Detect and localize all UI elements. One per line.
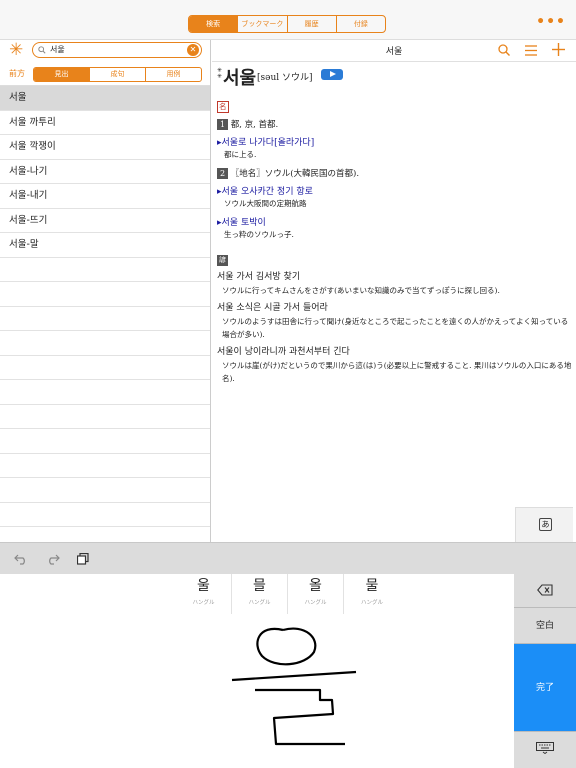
more-icon[interactable]: •••: [536, 14, 566, 30]
sense-text: 都, 京, 首都.: [230, 120, 279, 130]
proverb-ja: ソウルは崖(がけ)だというので果川から這(は)う(必要以上に警戒すること. 果川…: [222, 361, 572, 383]
list-item[interactable]: 서울-내기: [0, 184, 210, 209]
proverb-ko: 서울 가서 김서방 찾기: [217, 272, 301, 282]
keyboard-toolbar: [0, 542, 576, 574]
empty-row: [0, 282, 210, 307]
list-item[interactable]: 서울-나기: [0, 160, 210, 184]
tab-history[interactable]: 履歴: [288, 16, 337, 32]
match-mode-label[interactable]: 前方: [9, 68, 25, 79]
kana-toggle-button[interactable]: あ: [515, 507, 573, 542]
handwriting-panel[interactable]: 울 ハングル 믈 ハングル 올 ハングル 물 ハングル: [0, 574, 514, 768]
keyboard-switch-button[interactable]: [514, 732, 576, 768]
tab-headword[interactable]: 見出: [34, 68, 90, 81]
backspace-button[interactable]: [514, 574, 576, 608]
empty-row: [0, 258, 210, 282]
proverb-mark: 諺: [217, 255, 228, 266]
search-icon: [38, 46, 46, 54]
top-bar: 検索 ブックマーク 履歴 付録 •••: [0, 0, 576, 40]
empty-row: [0, 331, 210, 356]
find-icon[interactable]: [498, 44, 510, 56]
main-tabs: 検索 ブックマーク 履歴 付録: [188, 15, 386, 33]
undo-icon[interactable]: [14, 553, 28, 565]
list-item[interactable]: 서울-뜨기: [0, 209, 210, 233]
search-pane: ✳ 서울 ✕ 前方 見出 成句 用例 서울 서울 까투리 서울 깍쟁이 서울-나…: [0, 40, 211, 542]
tab-example[interactable]: 用例: [146, 68, 201, 81]
mode-tabs: 見出 成句 用例: [33, 67, 202, 82]
sense-text: 〖地名〗ソウル(大韓民国の首都).: [230, 169, 360, 179]
example-ja: ソウル大阪間の定期航路: [224, 199, 307, 208]
audio-icon[interactable]: [321, 69, 343, 80]
tab-search[interactable]: 検索: [189, 16, 239, 32]
sense-number: 2: [217, 168, 228, 179]
paste-icon[interactable]: [77, 553, 89, 565]
search-value: 서울: [50, 45, 65, 54]
empty-row: [0, 380, 210, 405]
entry-header: 서울: [212, 40, 576, 62]
handwriting-stroke: [231, 627, 357, 746]
result-list: 서울 서울 까투리 서울 깍쟁이 서울-나기 서울-내기 서울-뜨기 서울-말: [0, 86, 210, 527]
proverb-ko: 서울 소식은 시골 가서 들어라: [217, 303, 328, 313]
example-ja: 生っ粋のソウルっ子.: [224, 230, 294, 239]
part-of-speech: 名: [217, 101, 229, 113]
importance-mark: ✳ ✳: [217, 67, 223, 80]
keyboard-icon: [536, 742, 554, 755]
tab-appendix[interactable]: 付録: [337, 16, 385, 32]
space-button[interactable]: 空白: [514, 608, 576, 644]
asterisk-icon[interactable]: ✳: [9, 40, 23, 60]
empty-row: [0, 356, 210, 380]
sense-number: 1: [217, 119, 228, 130]
empty-row: [0, 478, 210, 503]
empty-row: [0, 503, 210, 527]
clear-icon[interactable]: ✕: [187, 44, 199, 56]
done-button[interactable]: 完了: [514, 644, 576, 732]
list-icon[interactable]: [525, 45, 537, 56]
add-icon[interactable]: [552, 43, 565, 56]
empty-row: [0, 429, 210, 454]
list-item[interactable]: 서울 깍쟁이: [0, 135, 210, 160]
headword: 서울: [223, 68, 257, 89]
empty-row: [0, 454, 210, 478]
proverb-ko: 서울이 낭이라니까 과천서부터 긴다: [217, 347, 350, 357]
redo-icon[interactable]: [46, 553, 60, 565]
backspace-icon: [537, 584, 553, 596]
proverb-ja: ソウルに行ってキムさんをさがす(あいまいな知識のみで当てずっぽうに探し回る).: [222, 286, 500, 295]
example-ja: 都に上る.: [224, 150, 257, 159]
keyboard-keys: 空白 完了: [514, 574, 576, 768]
empty-row: [0, 307, 210, 331]
pronunciation: [səul ソウル]: [257, 73, 313, 83]
tab-bookmark[interactable]: ブックマーク: [238, 16, 288, 32]
example-ko[interactable]: ▸서울로 나가다[올라가다]: [217, 137, 572, 149]
tab-phrase[interactable]: 成句: [90, 68, 146, 81]
search-input[interactable]: 서울 ✕: [32, 42, 202, 58]
entry-title: 서울: [385, 47, 403, 57]
list-item[interactable]: 서울: [0, 86, 210, 111]
example-ko[interactable]: ▸서울 토박이: [217, 217, 572, 229]
list-item[interactable]: 서울-말: [0, 233, 210, 258]
empty-row: [0, 405, 210, 429]
list-item[interactable]: 서울 까투리: [0, 111, 210, 135]
entry-content: ✳ ✳ 서울 [səul ソウル] 名 1 都, 京, 首都. ▸서울로 나가다[…: [217, 64, 572, 385]
proverb-ja: ソウルのようすは田舎に行って聞け(身近なところで起こったことを遠くの人がかえって…: [222, 317, 569, 339]
example-ko[interactable]: ▸서울 오사카간 정기 항로: [217, 186, 572, 198]
